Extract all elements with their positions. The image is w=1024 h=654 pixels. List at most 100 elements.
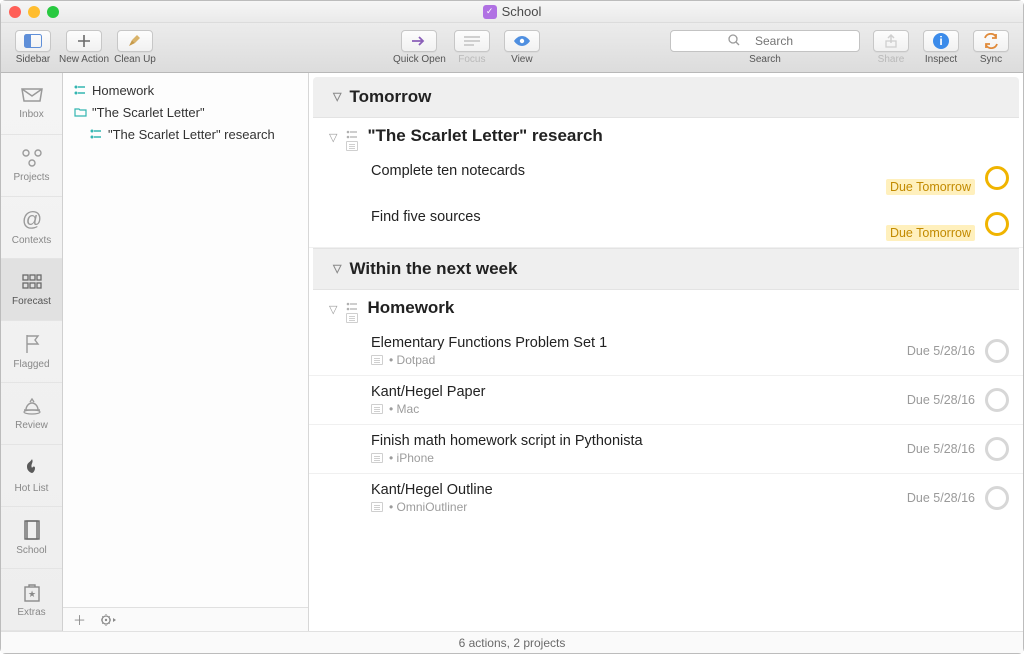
quick-open-button[interactable]: Quick Open — [393, 26, 446, 70]
titlebar: ✓ School — [1, 1, 1023, 23]
svg-text:@: @ — [21, 209, 41, 231]
project-icon — [89, 129, 103, 139]
projects-icon — [21, 148, 43, 168]
sidebar-button[interactable]: Sidebar — [9, 26, 57, 70]
due-badge: Due Tomorrow — [886, 225, 975, 241]
new-action-button[interactable]: New Action — [59, 26, 109, 70]
section-title: Within the next week — [349, 259, 517, 279]
focus-button[interactable]: Focus — [448, 26, 496, 70]
task-context: • OmniOutliner — [389, 500, 467, 514]
share-button[interactable]: Share — [867, 26, 915, 70]
task-title: Complete ten notecards — [371, 163, 1007, 179]
flame-icon — [23, 457, 41, 479]
section-title: Tomorrow — [349, 87, 431, 107]
perspective-extras[interactable]: ★ Extras — [1, 569, 62, 631]
note-icon — [371, 355, 383, 365]
inbox-icon — [20, 87, 44, 105]
clean-up-button[interactable]: Clean Up — [111, 26, 159, 70]
note-icon — [371, 502, 383, 512]
project-header-scarlet[interactable]: ▽ "The Scarlet Letter" research — [309, 118, 1023, 155]
task-row[interactable]: Kant/Hegel Paper • Mac Due 5/28/16 — [309, 376, 1023, 425]
status-circle[interactable] — [985, 212, 1009, 236]
perspective-projects[interactable]: Projects — [1, 135, 62, 197]
search-input[interactable] — [670, 30, 860, 52]
status-circle[interactable] — [985, 437, 1009, 461]
contexts-icon: @ — [20, 209, 44, 231]
parallel-icon — [345, 301, 359, 311]
outline-item-scarlet-folder[interactable]: "The Scarlet Letter" — [63, 101, 308, 123]
settings-gear-button[interactable] — [100, 613, 118, 627]
perspective-contexts[interactable]: @ Contexts — [1, 197, 62, 259]
task-context: • iPhone — [389, 451, 434, 465]
broom-icon — [117, 30, 153, 52]
status-circle[interactable] — [985, 486, 1009, 510]
section-header-tomorrow[interactable]: ▽ Tomorrow — [313, 77, 1019, 118]
perspective-flagged[interactable]: Flagged — [1, 321, 62, 383]
task-row[interactable]: Complete ten notecards Due Tomorrow — [309, 155, 1023, 201]
parallel-icon — [345, 129, 359, 139]
perspective-inbox[interactable]: Inbox — [1, 73, 62, 135]
forecast-icon — [21, 272, 43, 292]
folder-icon — [73, 107, 87, 117]
due-label: Due 5/28/16 — [907, 393, 975, 407]
sidebar-outline: Homework "The Scarlet Letter" "The Scarl… — [63, 73, 309, 631]
flag-icon — [22, 333, 42, 355]
disclosure-triangle-icon[interactable]: ▽ — [333, 90, 341, 103]
due-label: Due 5/28/16 — [907, 442, 975, 456]
search-container: Search — [665, 30, 865, 65]
perspective-review[interactable]: Review — [1, 383, 62, 445]
perspective-forecast[interactable]: Forecast — [1, 259, 62, 321]
project-title: "The Scarlet Letter" research — [367, 126, 602, 146]
inspect-button[interactable]: i Inspect — [917, 26, 965, 70]
review-icon — [20, 396, 44, 416]
zoom-window-button[interactable] — [47, 6, 59, 18]
status-circle[interactable] — [985, 166, 1009, 190]
content: ▽ Tomorrow ▽ "The Scarlet Letter" resear… — [309, 73, 1023, 631]
school-icon — [22, 519, 42, 541]
sidebar-icon — [15, 30, 51, 52]
perspective-school[interactable]: School — [1, 507, 62, 569]
status-circle[interactable] — [985, 388, 1009, 412]
task-row[interactable]: Kant/Hegel Outline • OmniOutliner Due 5/… — [309, 474, 1023, 522]
disclosure-triangle-icon[interactable]: ▽ — [329, 126, 337, 144]
view-button[interactable]: View — [498, 26, 546, 70]
sync-button[interactable]: Sync — [967, 26, 1015, 70]
outline-item-scarlet-research[interactable]: "The Scarlet Letter" research — [63, 123, 308, 145]
status-circle[interactable] — [985, 339, 1009, 363]
project-header-homework[interactable]: ▽ Homework — [309, 290, 1023, 327]
outline-item-homework[interactable]: Homework — [63, 79, 308, 101]
perspective-hotlist[interactable]: Hot List — [1, 445, 62, 507]
window-controls — [9, 6, 59, 18]
task-context: • Dotpad — [389, 353, 435, 367]
sync-icon — [973, 30, 1009, 52]
svg-text:i: i — [939, 34, 942, 48]
disclosure-triangle-icon[interactable]: ▽ — [333, 262, 341, 275]
add-button[interactable]: ＋ — [73, 610, 86, 629]
task-context: • Mac — [389, 402, 419, 416]
status-text: 6 actions, 2 projects — [459, 636, 566, 650]
main: Inbox Projects @ Contexts Forecast Flagg… — [1, 73, 1023, 631]
info-icon: i — [923, 30, 959, 52]
extras-icon: ★ — [22, 581, 42, 603]
minimize-window-button[interactable] — [28, 6, 40, 18]
window-title: ✓ School — [1, 4, 1023, 19]
task-title: Find five sources — [371, 209, 1007, 225]
note-icon — [371, 404, 383, 414]
status-bar: 6 actions, 2 projects — [1, 631, 1023, 653]
task-row[interactable]: Find five sources Due Tomorrow — [309, 201, 1023, 248]
close-window-button[interactable] — [9, 6, 21, 18]
project-icon — [73, 85, 87, 95]
section-header-week[interactable]: ▽ Within the next week — [313, 248, 1019, 290]
sidebar-footer: ＋ — [63, 607, 308, 631]
plus-icon — [66, 30, 102, 52]
share-icon — [873, 30, 909, 52]
task-row[interactable]: Elementary Functions Problem Set 1 • Dot… — [309, 327, 1023, 376]
quick-open-icon — [401, 30, 437, 52]
perspective-bar: Inbox Projects @ Contexts Forecast Flagg… — [1, 73, 63, 631]
project-type-icons — [345, 298, 359, 323]
disclosure-triangle-icon[interactable]: ▽ — [329, 298, 337, 316]
due-label: Due 5/28/16 — [907, 344, 975, 358]
perspective-icon: ✓ — [483, 5, 497, 19]
note-icon — [345, 313, 359, 323]
task-row[interactable]: Finish math homework script in Pythonist… — [309, 425, 1023, 474]
